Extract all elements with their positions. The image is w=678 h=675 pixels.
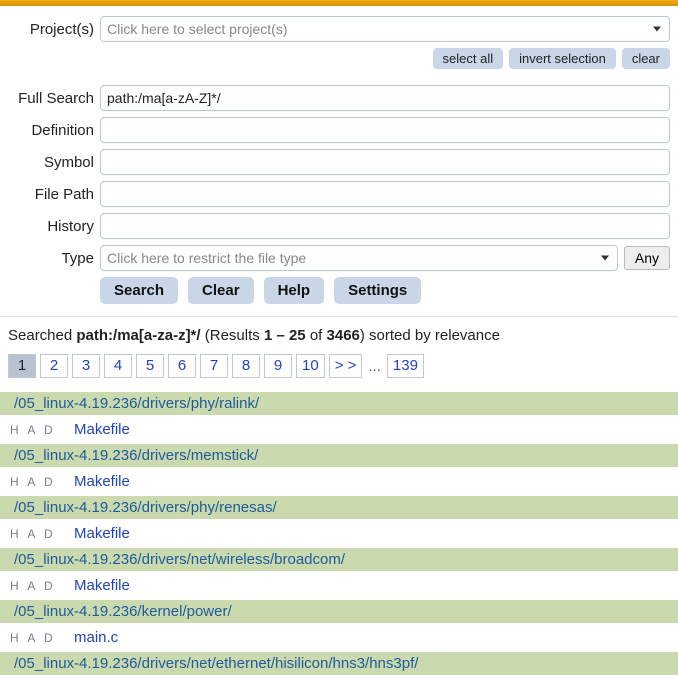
had-links[interactable]: H A D [6, 423, 74, 437]
result-path[interactable]: /05_linux-4.19.236/drivers/phy/renesas/ [0, 496, 678, 519]
symbol-input[interactable] [100, 149, 670, 175]
result-file-link[interactable]: Makefile [74, 421, 130, 438]
projects-label: Project(s) [8, 21, 100, 38]
page-7[interactable]: 7 [200, 354, 228, 378]
had-links[interactable]: H A D [6, 631, 74, 645]
projects-dropdown[interactable]: Click here to select project(s) [100, 16, 670, 42]
definition-input[interactable] [100, 117, 670, 143]
results-summary: Searched path:/ma[a-za-z]*/ (Results 1 –… [8, 327, 670, 344]
page-last[interactable]: 139 [387, 354, 424, 378]
clear-projects-button[interactable]: clear [622, 48, 670, 69]
had-links[interactable]: H A D [6, 527, 74, 541]
page-9[interactable]: 9 [264, 354, 292, 378]
file-path-input[interactable] [100, 181, 670, 207]
result-path[interactable]: /05_linux-4.19.236/drivers/phy/ralink/ [0, 392, 678, 415]
full-search-label: Full Search [8, 90, 100, 107]
select-all-button[interactable]: select all [433, 48, 504, 69]
result-file-link[interactable]: Makefile [74, 473, 130, 490]
file-path-label: File Path [8, 186, 100, 203]
history-input[interactable] [100, 213, 670, 239]
page-4[interactable]: 4 [104, 354, 132, 378]
result-file-link[interactable]: main.c [74, 629, 118, 646]
page-3[interactable]: 3 [72, 354, 100, 378]
result-file-row: H A DMakefile [0, 522, 678, 545]
results-area: Searched path:/ma[a-za-z]*/ (Results 1 –… [0, 317, 678, 675]
history-label: History [8, 218, 100, 235]
result-file-row: H A Dmain.c [0, 626, 678, 649]
projects-placeholder: Click here to select project(s) [107, 21, 288, 37]
symbol-label: Symbol [8, 154, 100, 171]
result-path[interactable]: /05_linux-4.19.236/drivers/net/ethernet/… [0, 652, 678, 675]
page-2[interactable]: 2 [40, 354, 68, 378]
clear-button[interactable]: Clear [188, 277, 254, 304]
type-label: Type [8, 250, 100, 267]
result-file-row: H A DMakefile [0, 574, 678, 597]
page-ellipsis: ... [366, 358, 383, 375]
result-file-link[interactable]: Makefile [74, 577, 130, 594]
result-path[interactable]: /05_linux-4.19.236/drivers/net/wireless/… [0, 548, 678, 571]
pager: 12345678910> >...139 [8, 354, 670, 378]
had-links[interactable]: H A D [6, 475, 74, 489]
invert-selection-button[interactable]: invert selection [509, 48, 616, 69]
result-file-row: H A DMakefile [0, 470, 678, 493]
page-next[interactable]: > > [329, 354, 363, 378]
full-search-input[interactable] [100, 85, 670, 111]
result-path[interactable]: /05_linux-4.19.236/kernel/power/ [0, 600, 678, 623]
result-file-row: H A DMakefile [0, 418, 678, 441]
type-any-button[interactable]: Any [624, 246, 670, 270]
type-dropdown[interactable]: Click here to restrict the file type [100, 245, 618, 271]
page-8[interactable]: 8 [232, 354, 260, 378]
result-path[interactable]: /05_linux-4.19.236/drivers/memstick/ [0, 444, 678, 467]
page-6[interactable]: 6 [168, 354, 196, 378]
settings-button[interactable]: Settings [334, 277, 421, 304]
page-1[interactable]: 1 [8, 354, 36, 378]
search-button[interactable]: Search [100, 277, 178, 304]
chevron-down-icon [653, 27, 661, 32]
chevron-down-icon [601, 256, 609, 261]
definition-label: Definition [8, 122, 100, 139]
search-form: Project(s) Click here to select project(… [0, 6, 678, 304]
result-list: /05_linux-4.19.236/drivers/phy/ralink/H … [0, 392, 678, 675]
result-file-link[interactable]: Makefile [74, 525, 130, 542]
page-5[interactable]: 5 [136, 354, 164, 378]
type-placeholder: Click here to restrict the file type [107, 250, 306, 266]
had-links[interactable]: H A D [6, 579, 74, 593]
help-button[interactable]: Help [264, 277, 325, 304]
page-10[interactable]: 10 [296, 354, 325, 378]
